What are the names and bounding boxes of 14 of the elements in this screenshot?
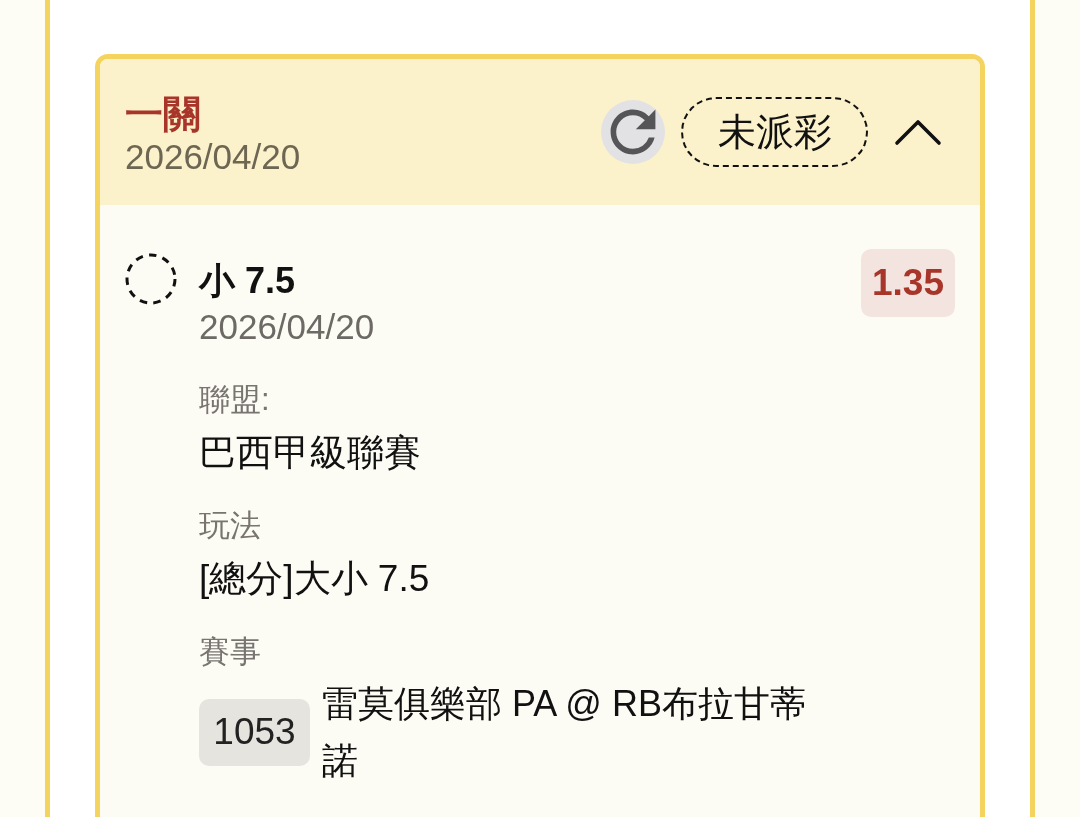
field-value: 巴西甲級聯賽 [199,431,422,475]
field-label: 聯盟: [199,381,271,419]
bet-date: 2026/04/20 [125,136,301,178]
field-label: 賽事 [199,633,262,671]
match-teams: 雷莫俱樂部 PA @ RB布拉甘蒂諾 [322,682,807,783]
selection-date: 2026/04/20 [199,306,375,348]
refresh-icon[interactable] [601,100,665,164]
field-value: [總分]大小 7.5 [199,557,431,601]
match-number-badge: 1053 [199,698,310,766]
selection-pick: 小 7.5 [199,259,297,303]
bet-type-title: 一關 [125,92,202,136]
field-label: 玩法 [199,507,262,545]
odds-badge: 1.35 [861,249,955,317]
status-pill: 未派彩 [681,97,868,167]
